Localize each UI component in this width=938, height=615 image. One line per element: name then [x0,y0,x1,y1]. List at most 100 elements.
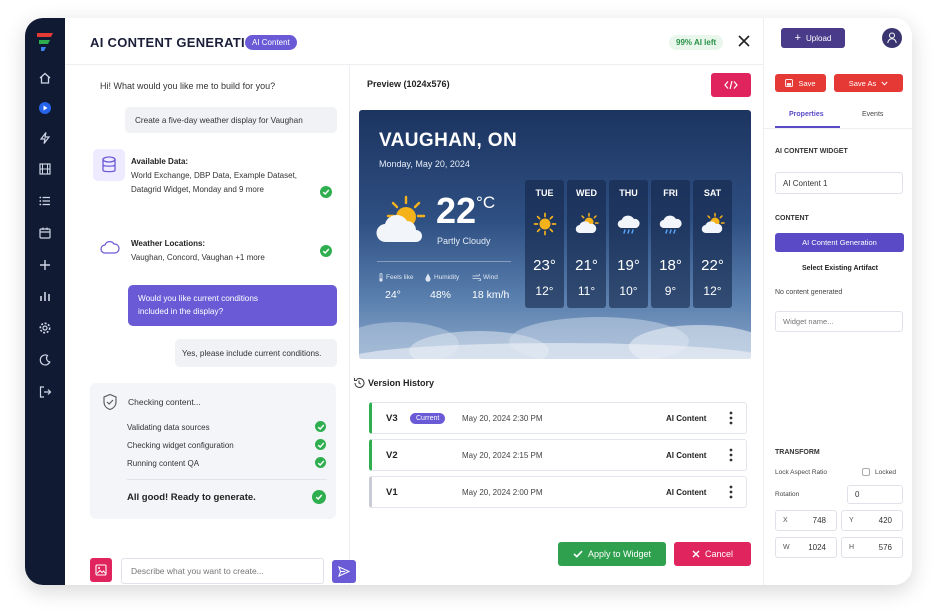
cancel-label: Cancel [704,549,733,559]
rain-cloud-icon [659,215,682,234]
forecast-day: FRI 18° 9° [651,180,690,308]
x-field[interactable]: X 748 [775,510,837,531]
version-row[interactable]: V2 May 20, 2024 2:15 PM AI Content [369,439,747,471]
play-icon[interactable] [35,98,55,118]
send-icon [338,566,350,577]
select-artifact-link[interactable]: Select Existing Artifact [802,265,878,272]
chevron-down-icon [881,81,888,86]
cancel-button[interactable]: Cancel [674,542,751,566]
check-icon [315,421,326,432]
modal-header: AI CONTENT GENERATION AI Content 99% AI … [65,18,763,65]
avatar[interactable] [882,28,902,48]
forecast-high: 21° [575,257,598,274]
width-field[interactable]: W 1024 [775,537,837,558]
forecast-low: 10° [619,284,638,298]
check-icon [312,490,326,504]
forecast-day-name: FRI [663,188,678,198]
ai-content-generation-button[interactable]: AI Content Generation [775,233,904,252]
forecast-low: 12° [703,284,722,298]
check-icon [315,457,326,468]
rain-cloud-icon [617,215,640,234]
calendar-icon[interactable] [35,223,55,243]
divider [764,128,912,129]
forecast-low: 11° [577,284,596,298]
wind-value: 18 km/h [472,289,510,301]
available-data-line2: Datagrid Widget, Monday and 9 more [131,185,264,194]
cloud-icon [100,241,120,254]
version-name: V2 [386,450,398,461]
version-date: May 20, 2024 2:00 PM [462,488,543,497]
plus-icon: + [794,32,802,44]
transform-section-label: TRANSFORM [775,449,820,456]
version-name: V1 [386,487,398,498]
sun-icon [533,212,557,236]
y-field[interactable]: Y 420 [841,510,903,531]
weather-city: VAUGHAN, ON [379,130,518,151]
x-label: X [783,517,788,524]
forecast-day: TUE 23° 12° [525,180,564,308]
send-button[interactable] [332,560,356,583]
save-button[interactable]: Save [775,74,826,92]
bar-chart-icon[interactable] [35,286,55,306]
available-data-line1: World Exchange, DBP Data, Example Datase… [131,171,298,180]
current-badge: Current [410,413,446,424]
weather-condition: Partly Cloudy [437,236,491,246]
check-icon [315,439,326,450]
close-icon [692,550,700,558]
close-icon[interactable] [736,33,752,49]
more-vertical-icon[interactable] [728,484,734,500]
version-row[interactable]: V1 May 20, 2024 2:00 PM AI Content [369,476,747,508]
available-data-info: Available Data: World Exchange, DBP Data… [131,155,311,197]
lightning-icon[interactable] [35,128,55,148]
assistant-question-line2: included in the display? [138,307,224,316]
version-type: AI Content [666,488,707,497]
rotation-field[interactable]: 0 [847,485,903,504]
plus-icon[interactable] [35,255,55,275]
forecast-day-name: THU [619,188,638,198]
rotation-label: Rotation [775,491,800,498]
gear-icon[interactable] [35,318,55,338]
w-value: 1024 [808,543,826,552]
ai-content-modal: AI CONTENT GENERATION AI Content 99% AI … [65,18,763,585]
list-icon[interactable] [35,191,55,211]
version-row[interactable]: V3 Current May 20, 2024 2:30 PM AI Conte… [369,402,747,434]
view-code-button[interactable] [711,73,751,97]
version-name: V3 [386,413,398,424]
checking-panel: Checking content... Validating data sour… [90,383,336,519]
upload-button[interactable]: + Upload [781,28,845,48]
assistant-greeting: Hi! What would you like me to build for … [100,81,276,91]
lock-checkbox[interactable] [862,468,870,476]
ai-content-badge: AI Content [245,35,297,50]
forecast-day: THU 19° 10° [609,180,648,308]
prompt-input[interactable] [121,558,324,584]
assistant-question-line1: Would you like current conditions [138,294,258,303]
more-vertical-icon[interactable] [728,410,734,426]
wind-icon [472,274,481,281]
film-icon[interactable] [35,159,55,179]
wind-label: Wind [483,274,498,281]
moon-icon[interactable] [35,350,55,370]
upload-label: Upload [806,33,832,43]
height-field[interactable]: H 576 [841,537,903,558]
image-upload-button[interactable] [90,558,112,582]
check-item: Running content QA [127,459,200,468]
widget-name-input[interactable] [775,311,903,332]
check-icon [320,186,332,198]
save-as-button[interactable]: Save As [834,74,903,92]
widget-title-field[interactable]: AI Content 1 [775,172,903,194]
forecast-day: WED 21° 11° [567,180,606,308]
logout-icon[interactable] [35,382,55,402]
forecast-high: 19° [617,257,640,274]
more-vertical-icon[interactable] [728,447,734,463]
check-item: Checking widget configuration [127,441,234,450]
home-icon[interactable] [35,68,55,88]
tab-properties[interactable]: Properties [789,111,824,118]
tab-events[interactable]: Events [862,111,883,118]
feels-like-value: 24° [385,289,401,301]
thermometer-icon [379,273,383,282]
checkmark-icon [573,550,583,558]
version-history-title: Version History [368,378,435,388]
user-icon [887,32,897,44]
forecast-high: 22° [701,257,724,274]
apply-to-widget-button[interactable]: Apply to Widget [558,542,666,566]
